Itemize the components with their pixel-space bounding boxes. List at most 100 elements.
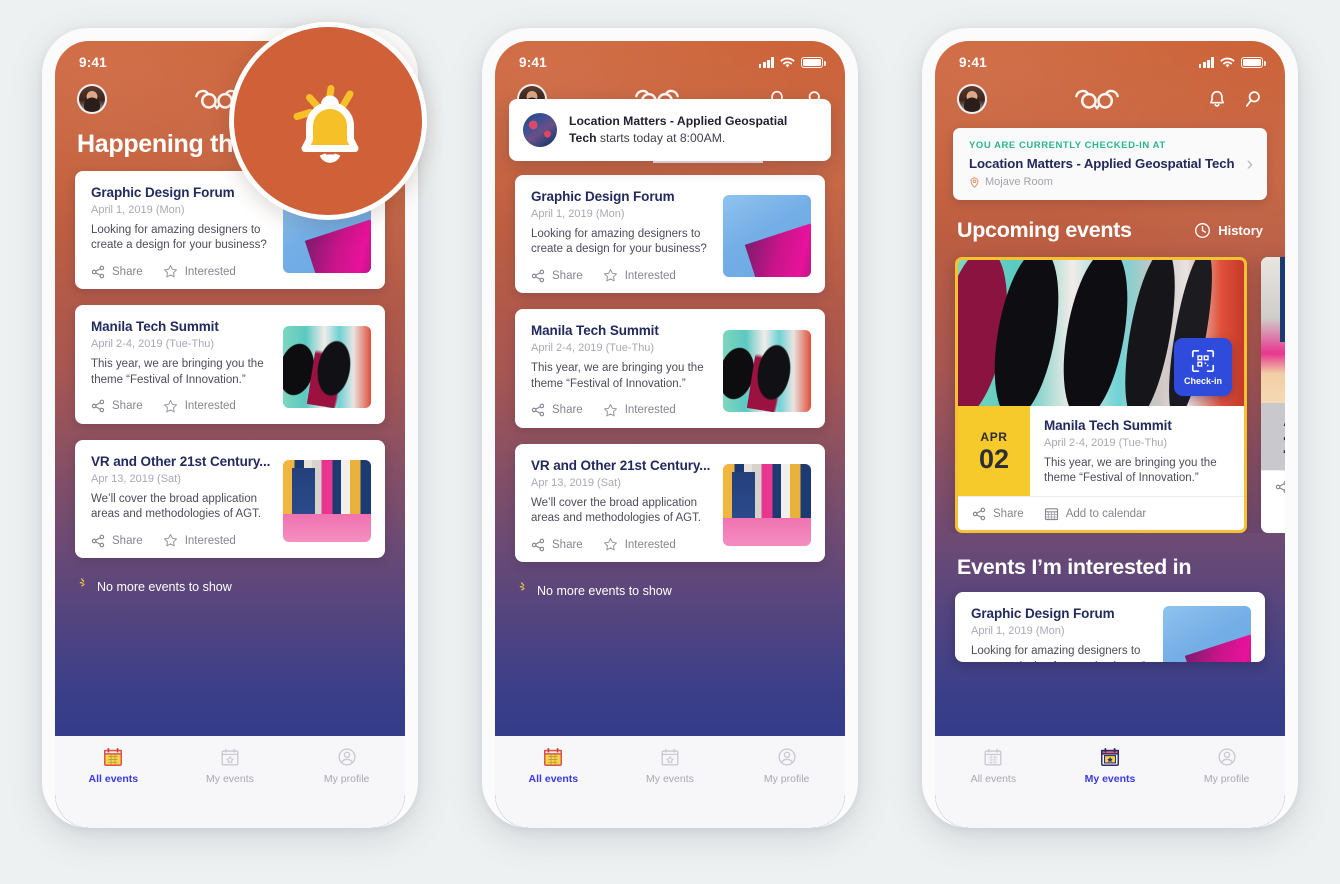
- upcoming-card-body: APR 02 Manila Tech Summit April 2-4, 201…: [958, 406, 1244, 497]
- interested-label: Interested: [184, 400, 236, 413]
- interested-button[interactable]: Interested: [163, 264, 236, 279]
- tab-my-events[interactable]: My events: [612, 746, 728, 785]
- event-card-content: Manila Tech Summit April 2-4, 2019 (Tue-…: [531, 323, 723, 417]
- badge-month: APR: [980, 429, 1008, 444]
- share-icon: [972, 507, 986, 521]
- upcoming-events-carousel[interactable]: Check-in APR 02 Manila Tech Summit April…: [935, 243, 1285, 534]
- event-date: April 1, 2019 (Mon): [971, 625, 1065, 638]
- event-card[interactable]: Graphic Design Forum April 1, 2019 (Mon)…: [955, 592, 1265, 663]
- share-button[interactable]: Share: [531, 538, 583, 552]
- tab-my-events[interactable]: My events: [1052, 746, 1168, 785]
- event-actions: Share Interested: [91, 264, 273, 279]
- tab-label: All events: [970, 773, 1017, 785]
- event-card[interactable]: Graphic Design Forum April 1, 2019 (Mon)…: [515, 175, 825, 294]
- tab-my-profile[interactable]: My profile: [1169, 746, 1285, 785]
- event-actions: Share Interested: [91, 533, 273, 548]
- event-card-content: Graphic Design Forum April 1, 2019 (Mon)…: [91, 185, 283, 279]
- tab-all-events[interactable]: All events: [56, 746, 172, 785]
- event-date: April 2-4, 2019 (Tue-Thu): [91, 338, 215, 351]
- tab-label: My events: [1084, 773, 1136, 785]
- event-card[interactable]: Manila Tech Summit April 2-4, 2019 (Tue-…: [75, 305, 385, 424]
- share-button[interactable]: Share: [91, 399, 143, 413]
- interested-label: Interested: [184, 534, 236, 547]
- share-icon: [531, 538, 545, 551]
- event-list: Graphic Design Forum April 1, 2019 (Mon)…: [495, 163, 845, 563]
- tab-label: All events: [528, 773, 579, 785]
- phone-3: 9:41 YOU ARE CURRENTLY CHECKED-IN AT Loc…: [922, 28, 1298, 828]
- status-bar: 9:41: [935, 41, 1285, 72]
- star-icon: [603, 269, 617, 282]
- person-circle-icon: [338, 748, 356, 766]
- share-button[interactable]: Share: [972, 507, 1024, 521]
- upcoming-event-card[interactable]: Check-in APR 02 Manila Tech Summit April…: [955, 257, 1247, 534]
- tab-label: My profile: [1203, 773, 1250, 785]
- tab-label: My events: [646, 773, 694, 785]
- location-pin-icon: [970, 176, 979, 188]
- checked-in-content: YOU ARE CURRENTLY CHECKED-IN AT Location…: [969, 140, 1235, 188]
- star-icon: [603, 403, 617, 417]
- interested-label: Interested: [184, 265, 236, 278]
- event-card[interactable]: Manila Tech Summit April 2-4, 2019 (Tue-…: [515, 309, 825, 428]
- share-icon[interactable]: [1275, 480, 1285, 494]
- tab-bar: All events My events My profile: [495, 736, 845, 828]
- event-actions: Share Interested: [531, 403, 713, 418]
- sparkle-icon: [519, 582, 525, 591]
- star-icon: [163, 265, 177, 278]
- check-in-button[interactable]: Check-in: [1174, 338, 1232, 396]
- share-icon: [531, 269, 545, 283]
- notification-text: Location Matters - Applied Geospatial Te…: [569, 113, 817, 146]
- no-more-events-text: No more events to show: [537, 584, 672, 599]
- search-icon[interactable]: [1243, 89, 1263, 109]
- tab-my-events[interactable]: My events: [172, 746, 288, 785]
- owl-logo-icon: [1075, 89, 1119, 110]
- chevron-right-icon[interactable]: ›: [1247, 155, 1253, 174]
- badge-month: APR: [1283, 415, 1285, 429]
- tab-all-events[interactable]: All events: [496, 746, 612, 785]
- share-label: Share: [993, 507, 1024, 520]
- interested-button[interactable]: Interested: [603, 537, 676, 552]
- badge-day: 13: [1282, 430, 1285, 459]
- interested-button[interactable]: Interested: [603, 268, 676, 283]
- add-to-calendar-label: Add to calendar: [1065, 507, 1147, 520]
- tab-my-profile[interactable]: My profile: [729, 746, 845, 785]
- event-date-badge: APR 02: [958, 406, 1030, 497]
- share-button[interactable]: Share: [91, 265, 143, 279]
- event-description: We’ll cover the broad application areas …: [91, 492, 262, 520]
- event-date: Apr 13, 2019 (Sat): [531, 476, 621, 489]
- checked-in-banner[interactable]: YOU ARE CURRENTLY CHECKED-IN AT Location…: [953, 128, 1267, 200]
- bell-icon[interactable]: [1207, 89, 1227, 109]
- event-card[interactable]: VR and Other 21st Century... Apr 13, 201…: [515, 443, 825, 563]
- notification-detail: starts today at 8:00AM.: [596, 130, 726, 145]
- share-label: Share: [112, 265, 143, 278]
- checked-in-kicker: YOU ARE CURRENTLY CHECKED-IN AT: [969, 140, 1166, 151]
- tab-my-profile[interactable]: My profile: [289, 746, 405, 785]
- avatar[interactable]: [957, 84, 987, 114]
- event-description: Looking for amazing designers to create …: [971, 645, 1147, 662]
- share-label: Share: [552, 538, 583, 551]
- history-button[interactable]: History: [1194, 222, 1263, 239]
- avatar[interactable]: [77, 84, 107, 114]
- calendar-grid-icon: [984, 748, 1002, 766]
- add-to-calendar-button[interactable]: Add to calendar: [1044, 506, 1147, 521]
- upcoming-event-card-peek[interactable]: APR 13: [1261, 257, 1285, 534]
- bell-icon: [293, 85, 359, 163]
- event-card[interactable]: VR and Other 21st Century... Apr 13, 201…: [75, 439, 385, 559]
- event-hero-image: [1261, 257, 1285, 403]
- tab-all-events[interactable]: All events: [936, 746, 1052, 785]
- interested-button[interactable]: Interested: [163, 399, 236, 414]
- event-actions: Share Interested: [531, 268, 713, 283]
- share-label: Share: [552, 404, 583, 417]
- interested-button[interactable]: Interested: [163, 533, 236, 548]
- notification-bell-callout: [229, 22, 427, 220]
- star-icon: [163, 399, 177, 413]
- event-date-badge: APR 13: [1261, 403, 1285, 471]
- interested-button[interactable]: Interested: [603, 403, 676, 418]
- share-button[interactable]: Share: [531, 403, 583, 417]
- calendar-icon: [1044, 508, 1058, 521]
- share-button[interactable]: Share: [531, 269, 583, 283]
- status-indicators: [1198, 57, 1266, 69]
- share-button[interactable]: Share: [91, 534, 143, 548]
- event-title: Manila Tech Summit: [531, 323, 659, 339]
- wifi-icon: [780, 57, 795, 67]
- notification-banner[interactable]: Location Matters - Applied Geospatial Te…: [509, 99, 831, 161]
